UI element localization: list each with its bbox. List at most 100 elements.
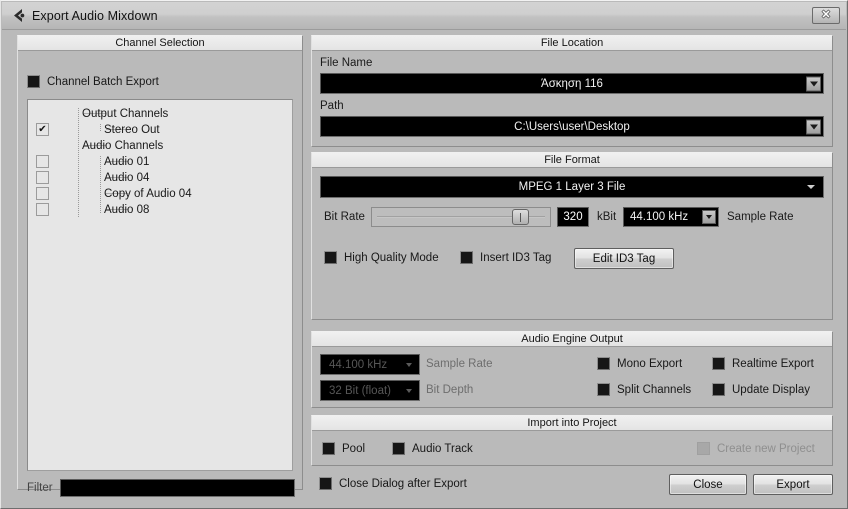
- path-value: C:\Users\user\Desktop: [514, 120, 630, 133]
- tree-item-checkbox[interactable]: [36, 171, 49, 184]
- split-channels-row[interactable]: Split Channels: [597, 383, 691, 396]
- tree-item-label: Stereo Out: [104, 124, 160, 136]
- tree-row[interactable]: ─── Audio 04: [28, 170, 292, 186]
- bit-rate-value: 320: [563, 211, 583, 223]
- high-quality-mode-label: High Quality Mode: [344, 251, 439, 264]
- tree-row[interactable]: ─── Audio 01: [28, 154, 292, 170]
- realtime-export-checkbox[interactable]: [712, 357, 725, 370]
- file-format-value: MPEG 1 Layer 3 File: [518, 181, 626, 193]
- filter-label: Filter: [27, 482, 53, 494]
- tree-row[interactable]: ─── Audio 08: [28, 202, 292, 218]
- tree-row[interactable]: ─── Output Channels: [28, 106, 292, 122]
- chevron-down-icon[interactable]: [807, 185, 815, 189]
- audio-engine-output-group: Audio Engine Output 44.100 kHz Sample Ra…: [311, 331, 833, 408]
- close-dialog-after-export-row[interactable]: Close Dialog after Export: [319, 477, 467, 490]
- tree-item-checkbox[interactable]: [36, 155, 49, 168]
- export-button-label: Export: [776, 478, 810, 491]
- path-label: Path: [320, 100, 344, 112]
- audio-track-row[interactable]: Audio Track: [392, 442, 473, 455]
- tree-item-checkbox[interactable]: [36, 187, 49, 200]
- edit-id3-tag-label: Edit ID3 Tag: [592, 252, 656, 265]
- create-new-project-label: Create new Project: [717, 442, 815, 455]
- mono-export-row[interactable]: Mono Export: [597, 357, 682, 370]
- title-bar: Export Audio Mixdown ✕: [2, 2, 846, 30]
- channel-selection-group: Channel Selection Channel Batch Export ─…: [17, 35, 303, 497]
- import-into-project-title: Import into Project: [312, 416, 832, 431]
- chevron-down-icon[interactable]: [702, 210, 716, 224]
- engine-bit-depth-label: Bit Depth: [426, 384, 474, 396]
- insert-id3-tag-row[interactable]: Insert ID3 Tag: [460, 251, 551, 264]
- tree-guide-line: [100, 124, 101, 132]
- realtime-export-row[interactable]: Realtime Export: [712, 357, 814, 370]
- format-sample-rate-value: 44.100 kHz: [630, 211, 689, 223]
- engine-bit-depth-combo: 32 Bit (float): [320, 380, 420, 401]
- audio-track-checkbox[interactable]: [392, 442, 405, 455]
- engine-sample-rate-label: Sample Rate: [426, 358, 493, 370]
- export-audio-mixdown-dialog: Export Audio Mixdown ✕ Channel Selection…: [0, 0, 848, 509]
- insert-id3-tag-label: Insert ID3 Tag: [480, 251, 552, 264]
- close-window-button[interactable]: ✕: [812, 7, 840, 24]
- bit-rate-slider[interactable]: [371, 207, 551, 227]
- filter-input[interactable]: [59, 479, 295, 497]
- cubase-logo-icon: [10, 8, 26, 24]
- mono-export-label: Mono Export: [617, 357, 683, 370]
- tree-row[interactable]: ✔ ─── Stereo Out: [28, 122, 292, 138]
- file-location-title: File Location: [312, 36, 832, 51]
- close-icon: ✕: [821, 9, 831, 21]
- tree-item-label: Audio 08: [104, 204, 150, 216]
- format-sample-rate-label: Sample Rate: [727, 211, 794, 223]
- bit-rate-value-field[interactable]: 320: [557, 207, 589, 227]
- audio-engine-output-title: Audio Engine Output: [312, 332, 832, 347]
- file-format-group: File Format MPEG 1 Layer 3 File Bit Rate…: [311, 152, 833, 320]
- chevron-down-icon[interactable]: [806, 76, 821, 91]
- import-into-project-group: Import into Project Pool Audio Track Cre…: [311, 415, 833, 466]
- tree-guide-line: [78, 108, 79, 218]
- file-name-combo[interactable]: Άσκηση 116: [320, 73, 824, 94]
- filter-row: Filter: [27, 479, 295, 497]
- chevron-down-icon: [406, 388, 412, 393]
- chevron-down-icon: [406, 362, 412, 367]
- tree-row[interactable]: ─── Copy of Audio 04: [28, 186, 292, 202]
- mono-export-checkbox[interactable]: [597, 357, 610, 370]
- tree-item-checkbox[interactable]: [36, 203, 49, 216]
- format-sample-rate-combo[interactable]: 44.100 kHz: [623, 207, 719, 227]
- path-combo[interactable]: C:\Users\user\Desktop: [320, 116, 824, 137]
- high-quality-mode-row[interactable]: High Quality Mode: [324, 251, 439, 264]
- file-name-label: File Name: [320, 57, 373, 69]
- file-location-group: File Location File Name Άσκηση 116 Path …: [311, 35, 833, 147]
- engine-sample-rate-combo: 44.100 kHz: [320, 354, 420, 375]
- edit-id3-tag-button[interactable]: Edit ID3 Tag: [574, 248, 674, 269]
- close-dialog-after-export-label: Close Dialog after Export: [339, 477, 467, 490]
- slider-thumb[interactable]: [512, 209, 529, 225]
- channel-batch-export-row[interactable]: Channel Batch Export: [27, 75, 159, 88]
- chevron-down-icon[interactable]: [806, 119, 821, 134]
- channel-tree[interactable]: ─── Output Channels ✔ ─── Stereo Out ───…: [27, 99, 293, 471]
- file-name-value: Άσκηση 116: [541, 77, 603, 90]
- file-format-combo[interactable]: MPEG 1 Layer 3 File: [320, 176, 824, 198]
- update-display-row[interactable]: Update Display: [712, 383, 810, 396]
- tree-item-label: Copy of Audio 04: [104, 188, 192, 200]
- close-dialog-after-export-checkbox[interactable]: [319, 477, 332, 490]
- insert-id3-tag-checkbox[interactable]: [460, 251, 473, 264]
- realtime-export-label: Realtime Export: [732, 357, 814, 370]
- create-new-project-checkbox: [697, 442, 710, 455]
- split-channels-checkbox[interactable]: [597, 383, 610, 396]
- close-button[interactable]: Close: [669, 474, 747, 495]
- update-display-label: Update Display: [732, 383, 810, 396]
- engine-sample-rate-value: 44.100 kHz: [329, 358, 388, 371]
- close-button-label: Close: [693, 478, 723, 491]
- export-button[interactable]: Export: [753, 474, 833, 495]
- pool-label: Pool: [342, 442, 366, 455]
- tree-item-checkbox[interactable]: ✔: [36, 123, 49, 136]
- pool-row[interactable]: Pool: [322, 442, 365, 455]
- channel-batch-export-checkbox[interactable]: [27, 75, 40, 88]
- audio-track-label: Audio Track: [412, 442, 473, 455]
- channel-selection-title: Channel Selection: [18, 36, 302, 51]
- high-quality-mode-checkbox[interactable]: [324, 251, 337, 264]
- pool-checkbox[interactable]: [322, 442, 335, 455]
- file-format-title: File Format: [312, 153, 832, 168]
- tree-guide-line: [100, 156, 101, 214]
- update-display-checkbox[interactable]: [712, 383, 725, 396]
- tree-row[interactable]: ─── Audio Channels: [28, 138, 292, 154]
- tree-item-label: Audio 01: [104, 156, 150, 168]
